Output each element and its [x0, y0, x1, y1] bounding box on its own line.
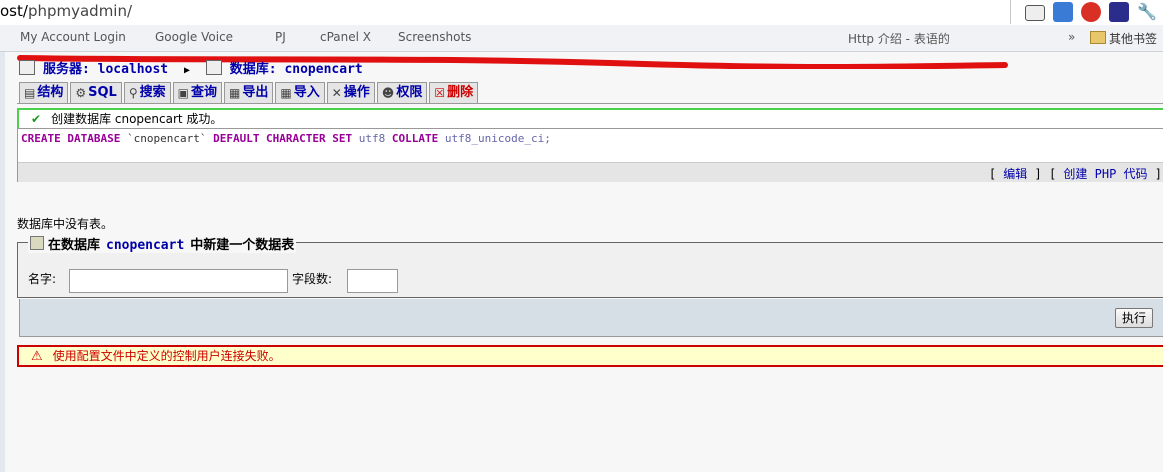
- folder-icon: [1089, 31, 1106, 44]
- field-count-input[interactable]: [347, 269, 398, 293]
- tab-label: 导入: [293, 85, 320, 100]
- form-action-bar: 执行: [19, 299, 1163, 337]
- tab-label: 查询: [190, 85, 217, 100]
- tab-operations[interactable]: ✕ 操作: [326, 82, 375, 103]
- sql-footer: [ 编辑 ] [ 创建 PHP 代码 ]: [18, 162, 1163, 182]
- chevron-more-icon[interactable]: »: [1068, 30, 1075, 44]
- sql-keyword: CREATE DATABASE: [21, 132, 121, 145]
- page-icon[interactable]: [1025, 5, 1045, 21]
- query-icon: ▣: [177, 86, 189, 100]
- bookmark-item[interactable]: Screenshots: [398, 30, 471, 44]
- tab-label: 结构: [37, 85, 64, 100]
- tab-label: 搜索: [139, 85, 166, 100]
- sql-value: utf8_unicode_ci;: [444, 132, 551, 145]
- tab-drop[interactable]: ☒ 删除: [429, 82, 479, 103]
- search-icon: ⚲: [128, 86, 138, 100]
- sql-value: utf8: [358, 132, 386, 145]
- toolbar-icons: 🔧: [1025, 2, 1157, 22]
- create-table-legend: 在数据库 cnopencart 中新建一个数据表: [28, 234, 297, 253]
- tab-label: 权限: [396, 85, 423, 100]
- warning-icon: ⚠: [31, 349, 43, 364]
- check-icon: ✔: [31, 112, 42, 126]
- bookmark-item[interactable]: My Account Login: [20, 30, 126, 44]
- breadcrumb: 服务器: localhost ▶ 数据库: cnopencart: [19, 58, 363, 77]
- error-text: 使用配置文件中定义的控制用户连接失败。: [52, 349, 281, 363]
- tab-query[interactable]: ▣ 查询: [172, 82, 222, 103]
- server-label: 服务器:: [43, 62, 90, 77]
- privileges-icon: ☻: [381, 86, 395, 100]
- table-name-label: 名字:: [28, 272, 57, 286]
- tab-label: 导出: [242, 85, 269, 100]
- wrench-icon[interactable]: 🔧: [1137, 2, 1157, 22]
- field-count-label: 字段数:: [292, 272, 333, 286]
- tab-label: 操作: [343, 85, 370, 100]
- tab-privileges[interactable]: ☻ 权限: [376, 82, 428, 103]
- tab-import[interactable]: ▦ 导入: [275, 82, 325, 103]
- sql-identifier: `cnopencart`: [126, 132, 207, 145]
- drop-icon: ☒: [434, 86, 446, 100]
- new-table-icon: [30, 236, 44, 250]
- tab-sql[interactable]: ⚙ SQL: [70, 82, 122, 103]
- tab-label: SQL: [88, 85, 117, 100]
- structure-icon: ▤: [24, 86, 36, 100]
- export-icon: ▦: [229, 86, 241, 100]
- operations-icon: ✕: [331, 86, 342, 100]
- left-frame-edge: [0, 52, 5, 472]
- url-host: ost/: [0, 2, 28, 20]
- other-bookmarks[interactable]: 其他书签: [1089, 30, 1157, 47]
- server-icon: [19, 60, 35, 75]
- database-link[interactable]: cnopencart: [284, 62, 362, 77]
- go-button[interactable]: 执行: [1114, 308, 1153, 328]
- error-notice: ⚠ 使用配置文件中定义的控制用户连接失败。: [17, 345, 1163, 367]
- no-tables-message: 数据库中没有表。: [17, 217, 114, 231]
- legend-suffix: 中新建一个数据表: [190, 238, 295, 253]
- tab-divider: [17, 103, 1163, 104]
- legend-db: cnopencart: [106, 238, 185, 253]
- success-notice: ✔ 创建数据库 cnopencart 成功。: [17, 108, 1163, 130]
- create-table-form: 在数据库 cnopencart 中新建一个数据表 名字: 字段数:: [17, 234, 1163, 298]
- sql-query: CREATE DATABASE `cnopencart` DEFAULT CHA…: [21, 132, 551, 145]
- bookmarks-bar: My Account Login Google Voice PJ cPanel …: [0, 25, 1163, 69]
- tab-export[interactable]: ▦ 导出: [224, 82, 274, 103]
- bookmark-item[interactable]: PJ: [275, 30, 286, 44]
- sql-links: [ 编辑 ] [ 创建 PHP 代码 ]: [988, 167, 1162, 181]
- tab-search[interactable]: ⚲ 搜索: [123, 82, 171, 103]
- database-icon: [205, 60, 222, 75]
- legend-prefix: 在数据库: [48, 238, 101, 253]
- create-php-link[interactable]: 创建 PHP 代码: [1063, 167, 1147, 181]
- arrow-right-icon: ▶: [183, 65, 190, 76]
- url-path: phpmyadmin/: [27, 2, 133, 20]
- tab-label: 删除: [447, 85, 474, 100]
- extension-icon[interactable]: [1109, 2, 1129, 22]
- database-label: 数据库:: [229, 62, 277, 77]
- browser-url-bar: ost/phpmyadmin/ 🔧: [0, 0, 1163, 26]
- server-link[interactable]: localhost: [98, 62, 168, 77]
- address-field[interactable]: ost/phpmyadmin/: [0, 0, 1011, 24]
- import-icon: ▦: [280, 86, 292, 100]
- bookmark-item[interactable]: Http 介绍 - 表语的: [848, 30, 950, 47]
- bookmark-item[interactable]: Google Voice: [155, 30, 233, 44]
- screenshot-icon[interactable]: [1053, 2, 1073, 22]
- success-text: 创建数据库 cnopencart 成功。: [51, 112, 223, 126]
- tab-bar: ▤ 结构 ⚙ SQL ⚲ 搜索 ▣ 查询 ▦ 导出 ▦ 导入 ✕ 操作 ☻ 权限 ☒ 删除: [19, 82, 479, 103]
- sql-keyword: COLLATE: [391, 132, 439, 145]
- bookmark-item[interactable]: cPanel X: [320, 30, 371, 44]
- sql-keyword: DEFAULT CHARACTER SET: [213, 132, 353, 145]
- sql-query-box: CREATE DATABASE `cnopencart` DEFAULT CHA…: [17, 128, 1163, 182]
- sql-icon: ⚙: [75, 86, 87, 100]
- tab-structure[interactable]: ▤ 结构: [19, 82, 69, 103]
- other-bookmarks-label: 其他书签: [1108, 32, 1157, 46]
- table-name-input[interactable]: [69, 269, 288, 293]
- tomato-icon[interactable]: [1081, 2, 1101, 22]
- edit-link[interactable]: 编辑: [1003, 167, 1027, 181]
